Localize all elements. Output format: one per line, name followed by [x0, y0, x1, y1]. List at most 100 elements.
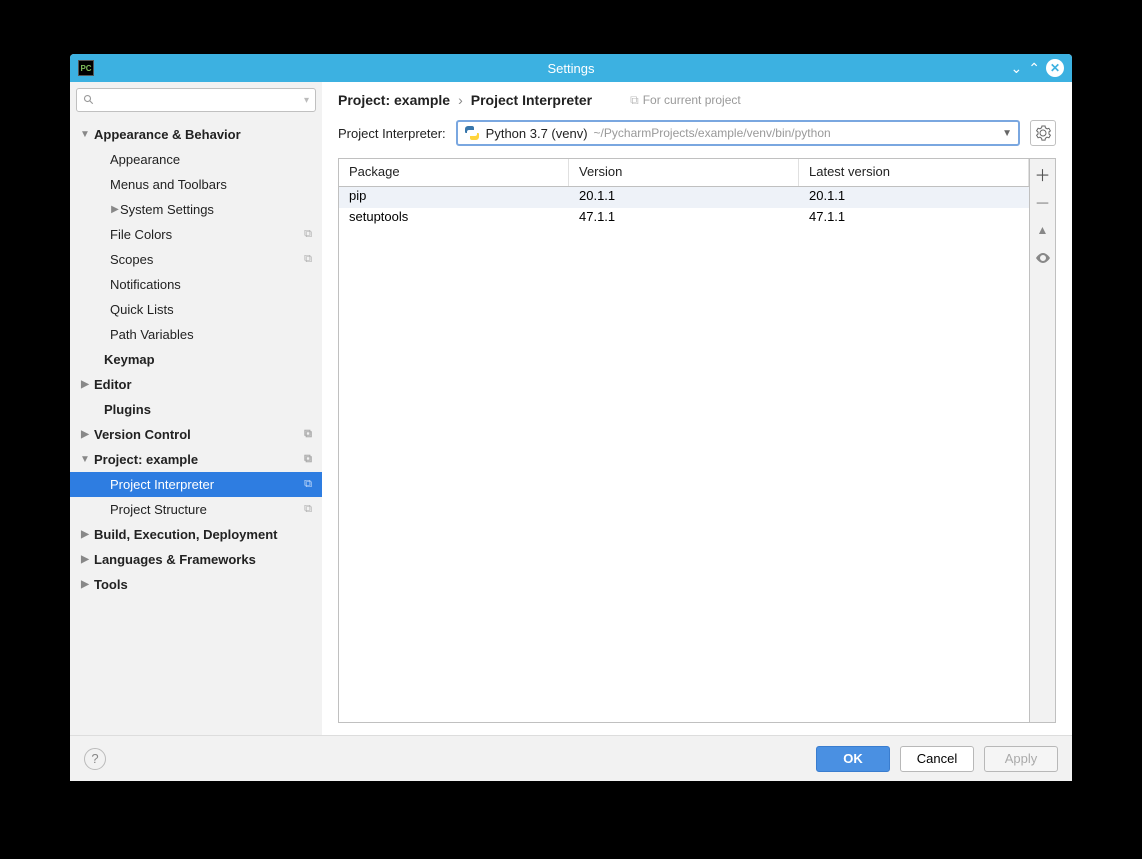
tree-item-label: Tools	[94, 577, 322, 592]
packages-table-container: Package Version Latest version pip20.1.1…	[338, 158, 1056, 723]
table-header: Package Version Latest version	[339, 159, 1029, 187]
search-input[interactable]: ▾	[76, 88, 316, 112]
breadcrumb-page: Project Interpreter	[471, 92, 592, 108]
tree-arrow-icon: ▼	[80, 129, 90, 140]
gear-icon	[1035, 125, 1051, 141]
dialog-footer: ? OK Cancel Apply	[70, 735, 1072, 781]
cancel-button[interactable]: Cancel	[900, 746, 974, 772]
tree-arrow-icon: ▶	[110, 204, 120, 215]
interpreter-settings-button[interactable]	[1030, 120, 1056, 146]
upgrade-package-button[interactable]: ▲	[1030, 221, 1055, 239]
close-button[interactable]: ✕	[1046, 59, 1064, 77]
interpreter-row: Project Interpreter: Python 3.7 (venv) ~…	[322, 116, 1072, 158]
tree-arrow-icon: ▼	[80, 454, 90, 465]
tree-item-path-variables[interactable]: Path Variables	[70, 322, 322, 347]
tree-item-label: System Settings	[120, 202, 322, 217]
tree-item-languages-frameworks[interactable]: ▶Languages & Frameworks	[70, 547, 322, 572]
tree-item-version-control[interactable]: ▶ Version Control⧉	[70, 422, 322, 447]
table-row[interactable]: pip20.1.120.1.1	[339, 187, 1029, 208]
breadcrumb: Project: example › Project Interpreter ⧉…	[322, 82, 1072, 116]
header-package[interactable]: Package	[339, 159, 569, 186]
table-body: pip20.1.120.1.1setuptools47.1.147.1.1	[339, 187, 1029, 229]
search-field[interactable]	[99, 93, 304, 107]
apply-button[interactable]: Apply	[984, 746, 1058, 772]
project-scope-icon: ⧉	[304, 503, 312, 516]
interpreter-dropdown[interactable]: Python 3.7 (venv) ~/PycharmProjects/exam…	[456, 120, 1020, 146]
tree-arrow-icon: ▶	[80, 429, 90, 440]
tree-item-label: Plugins	[104, 402, 322, 417]
copy-icon: ⧉	[630, 93, 639, 108]
tree-item-notifications[interactable]: Notifications	[70, 272, 322, 297]
tree-item-editor[interactable]: ▶ Editor	[70, 372, 322, 397]
remove-package-button[interactable]: －	[1030, 193, 1055, 211]
table-cell: 47.1.1	[569, 208, 799, 229]
table-cell: 47.1.1	[799, 208, 1029, 229]
tree-item-label: Quick Lists	[110, 302, 322, 317]
current-project-hint: ⧉ For current project	[630, 93, 741, 108]
help-button[interactable]: ?	[84, 748, 106, 770]
project-scope-icon: ⧉	[304, 453, 312, 466]
tree-item-project-example[interactable]: ▼ Project: example⧉	[70, 447, 322, 472]
tree-item-label: File Colors	[110, 227, 322, 242]
tree-arrow-icon: ▶	[80, 379, 90, 390]
settings-tree: ▼ Appearance & Behavior Appearance Menus an…	[70, 118, 322, 735]
breadcrumb-project: Project: example	[338, 92, 450, 108]
table-cell: 20.1.1	[569, 187, 799, 208]
show-early-releases-button[interactable]	[1030, 249, 1055, 267]
search-dropdown-icon[interactable]: ▾	[304, 95, 309, 106]
tree-item-label: Path Variables	[110, 327, 322, 342]
content-area: ▾ ▼ Appearance & Behavior Appearance Menus …	[70, 82, 1072, 735]
add-package-button[interactable]: ＋	[1030, 165, 1055, 183]
table-cell: 20.1.1	[799, 187, 1029, 208]
table-cell: pip	[339, 187, 569, 208]
tree-item-label: Menus and Toolbars	[110, 177, 322, 192]
tree-item-label: Languages & Frameworks	[94, 552, 322, 567]
project-scope-icon: ⧉	[304, 478, 312, 491]
tree-item-label: Scopes	[110, 252, 322, 267]
chevron-down-icon[interactable]: ⌄	[1011, 60, 1023, 77]
tree-item-appearance[interactable]: Appearance	[70, 147, 322, 172]
interpreter-path: ~/PycharmProjects/example/venv/bin/pytho…	[594, 126, 831, 140]
app-icon: PC	[78, 60, 94, 76]
tree-item-label: Appearance & Behavior	[94, 127, 322, 142]
tree-arrow-icon: ▶	[80, 529, 90, 540]
tree-item-project-structure[interactable]: Project Structure⧉	[70, 497, 322, 522]
table-row[interactable]: setuptools47.1.147.1.1	[339, 208, 1029, 229]
interpreter-name: Python 3.7 (venv)	[486, 126, 588, 141]
window-controls: ⌄ ⌃ ✕	[1011, 59, 1064, 77]
project-scope-icon: ⧉	[304, 428, 312, 441]
settings-window: PC Settings ⌄ ⌃ ✕ ▾ ▼Appearance & Behavi…	[70, 54, 1072, 781]
project-scope-icon: ⧉	[304, 253, 312, 266]
tree-item-label: Notifications	[110, 277, 322, 292]
tree-item-project-interpreter[interactable]: Project Interpreter⧉	[70, 472, 322, 497]
dropdown-arrow-icon: ▼	[1002, 128, 1012, 139]
tree-item-label: Appearance	[110, 152, 322, 167]
main-panel: Project: example › Project Interpreter ⧉…	[322, 82, 1072, 735]
tree-item-build-execution-deployment[interactable]: ▶ Build, Execution, Deployment	[70, 522, 322, 547]
eye-icon	[1035, 250, 1051, 266]
interpreter-label: Project Interpreter:	[338, 126, 446, 141]
tree-item-label: Version Control	[94, 427, 322, 442]
tree-item-label: Keymap	[104, 352, 322, 367]
tree-item-appearance-behavior[interactable]: ▼ Appearance & Behavior	[70, 122, 322, 147]
sidebar: ▾ ▼ Appearance & Behavior Appearance Menus …	[70, 82, 322, 735]
header-version[interactable]: Version	[569, 159, 799, 186]
tree-item-tools[interactable]: ▶ Tools	[70, 572, 322, 597]
tree-item-label: Build, Execution, Deployment	[94, 527, 322, 542]
project-scope-icon: ⧉	[304, 228, 312, 241]
tree-item-system-settings[interactable]: ▶System Settings	[70, 197, 322, 222]
header-latest[interactable]: Latest version	[799, 159, 1029, 186]
tree-arrow-icon: ▶	[80, 579, 90, 590]
tree-item-label: Editor	[94, 377, 322, 392]
tree-item-file-colors[interactable]: File Colors⧉	[70, 222, 322, 247]
ok-button[interactable]: OK	[816, 746, 890, 772]
table-cell: setuptools	[339, 208, 569, 229]
table-toolbar: ＋ － ▲	[1029, 159, 1055, 722]
tree-item-label: Project: example	[94, 452, 322, 467]
tree-item-quick-lists[interactable]: Quick Lists	[70, 297, 322, 322]
tree-item-plugins[interactable]: Plugins	[70, 397, 322, 422]
chevron-up-icon[interactable]: ⌃	[1028, 60, 1040, 77]
tree-item-menus-and-toolbars[interactable]: Menus and Toolbars	[70, 172, 322, 197]
tree-item-keymap[interactable]: Keymap	[70, 347, 322, 372]
tree-item-scopes[interactable]: Scopes⧉	[70, 247, 322, 272]
